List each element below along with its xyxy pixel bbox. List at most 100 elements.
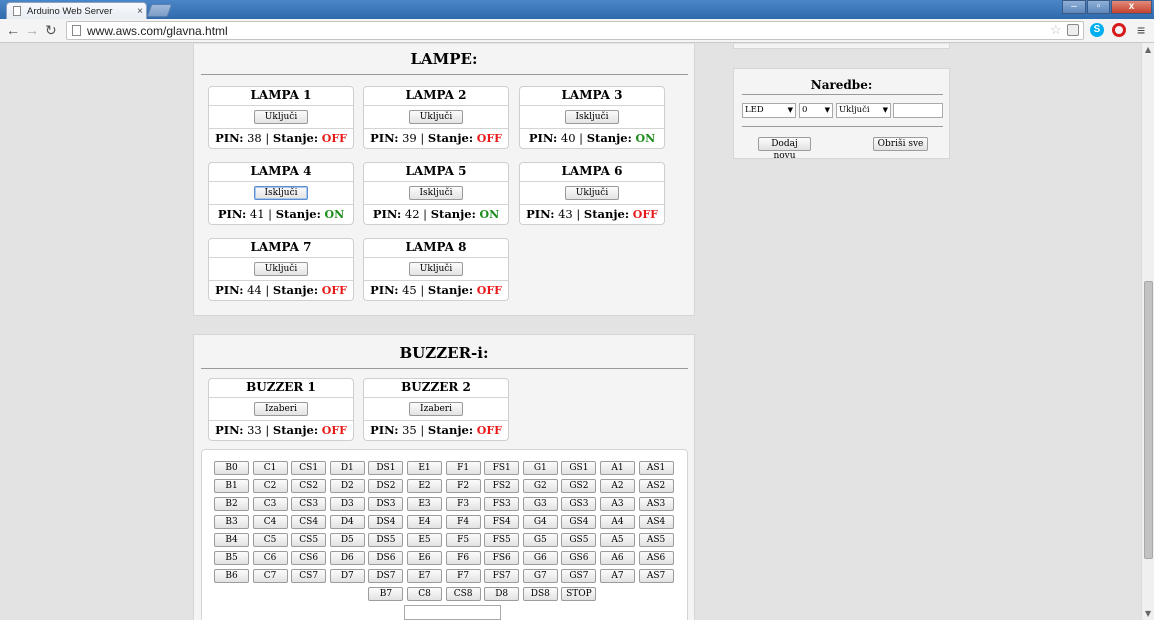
note-button[interactable]: D6 (329, 551, 365, 565)
note-button[interactable]: B0 (214, 461, 249, 475)
note-button[interactable]: G3 (522, 497, 558, 511)
note-button[interactable]: C1 (252, 461, 288, 475)
number-select[interactable]: 0 ▼ (799, 103, 833, 118)
note-button[interactable]: F5 (445, 533, 481, 547)
toggle-button[interactable]: Izaberi (409, 402, 463, 416)
device-select[interactable]: LED ▼ (742, 103, 796, 118)
note-button[interactable]: CS1 (291, 461, 327, 475)
toggle-button[interactable]: Uključi (565, 186, 619, 200)
note-button[interactable]: DS4 (368, 515, 404, 529)
new-tab-button[interactable] (146, 4, 173, 17)
note-button[interactable]: GS4 (561, 515, 597, 529)
toggle-button[interactable]: Isključi (409, 186, 463, 200)
note-button[interactable]: CS7 (291, 569, 327, 583)
note-button[interactable]: FS7 (484, 569, 520, 583)
note-button[interactable]: FS4 (484, 515, 520, 529)
note-button[interactable]: C5 (252, 533, 288, 547)
value-input[interactable] (893, 103, 943, 118)
note-button[interactable]: DS2 (368, 479, 404, 493)
bookmark-star-icon[interactable]: ☆ (1050, 22, 1062, 38)
note-button[interactable]: E3 (407, 497, 442, 511)
forward-arrow-icon[interactable]: → (25, 22, 39, 38)
note-button[interactable]: F1 (445, 461, 481, 475)
browser-tab[interactable]: Arduino Web Server × (6, 2, 147, 19)
note-button[interactable]: C4 (252, 515, 288, 529)
note-button[interactable]: FS6 (484, 551, 520, 565)
toggle-button[interactable]: Uključi (409, 262, 463, 276)
note-button[interactable]: AS5 (638, 533, 674, 547)
note-button[interactable]: AS6 (638, 551, 674, 565)
note-button[interactable]: AS3 (638, 497, 674, 511)
note-button[interactable]: GS7 (561, 569, 597, 583)
note-button[interactable]: D2 (329, 479, 365, 493)
note-button[interactable]: DS3 (368, 497, 404, 511)
note-button[interactable]: B1 (214, 479, 249, 493)
note-button[interactable]: F3 (445, 497, 481, 511)
note-button[interactable]: D4 (329, 515, 365, 529)
clear-all-button[interactable]: Obriši sve (873, 137, 928, 151)
note-button[interactable]: A6 (600, 551, 635, 565)
note-button[interactable]: G6 (522, 551, 558, 565)
note-button[interactable]: E7 (407, 569, 442, 583)
note-button[interactable]: FS5 (484, 533, 520, 547)
note-button[interactable]: D5 (329, 533, 365, 547)
note-button[interactable]: G2 (522, 479, 558, 493)
note-button[interactable]: CS6 (291, 551, 327, 565)
note-input[interactable] (404, 605, 501, 620)
note-button[interactable]: AS1 (638, 461, 674, 475)
scroll-up-icon[interactable]: ▲ (1145, 45, 1151, 54)
reload-icon[interactable]: ↻ (45, 22, 57, 39)
note-button[interactable]: A1 (600, 461, 635, 475)
note-button[interactable]: STOP (561, 587, 597, 601)
note-button[interactable]: C8 (407, 587, 442, 601)
note-button[interactable]: A4 (600, 515, 635, 529)
note-button[interactable]: DS6 (368, 551, 404, 565)
toggle-button[interactable]: Uključi (254, 110, 308, 124)
note-button[interactable]: G1 (522, 461, 558, 475)
skype-icon[interactable]: S (1090, 23, 1104, 37)
note-button[interactable]: G5 (522, 533, 558, 547)
note-button[interactable]: C3 (252, 497, 288, 511)
action-select[interactable]: Uključi ▼ (836, 103, 891, 118)
note-button[interactable]: B5 (214, 551, 249, 565)
note-button[interactable]: GS6 (561, 551, 597, 565)
note-button[interactable]: FS1 (484, 461, 520, 475)
note-button[interactable]: A2 (600, 479, 635, 493)
note-button[interactable]: E1 (407, 461, 442, 475)
note-button[interactable]: FS2 (484, 479, 520, 493)
note-button[interactable]: F4 (445, 515, 481, 529)
scroll-down-icon[interactable]: ▼ (1145, 609, 1151, 618)
note-button[interactable]: B2 (214, 497, 249, 511)
note-button[interactable]: D1 (329, 461, 365, 475)
note-button[interactable]: G4 (522, 515, 558, 529)
note-button[interactable]: C7 (252, 569, 288, 583)
note-button[interactable]: B3 (214, 515, 249, 529)
maximize-button[interactable]: ▫ (1087, 0, 1110, 14)
note-button[interactable]: GS3 (561, 497, 597, 511)
note-button[interactable]: DS7 (368, 569, 404, 583)
note-button[interactable]: C6 (252, 551, 288, 565)
note-button[interactable]: CS3 (291, 497, 327, 511)
note-button[interactable]: GS2 (561, 479, 597, 493)
note-button[interactable]: AS2 (638, 479, 674, 493)
note-button[interactable]: G7 (522, 569, 558, 583)
note-button[interactable]: AS7 (638, 569, 674, 583)
toggle-button[interactable]: Isključi (565, 110, 619, 124)
note-button[interactable]: E5 (407, 533, 442, 547)
note-button[interactable]: A7 (600, 569, 635, 583)
note-button[interactable]: A5 (600, 533, 635, 547)
vertical-scrollbar[interactable]: ▲ ▼ (1141, 43, 1154, 620)
note-button[interactable]: DS5 (368, 533, 404, 547)
note-button[interactable]: B6 (214, 569, 249, 583)
note-button[interactable]: D3 (329, 497, 365, 511)
toggle-button[interactable]: Uključi (254, 262, 308, 276)
toggle-button[interactable]: Uključi (409, 110, 463, 124)
menu-icon[interactable]: ≡ (1137, 22, 1145, 38)
address-bar[interactable]: www.aws.com/glavna.html (66, 21, 1084, 40)
note-button[interactable]: B7 (368, 587, 404, 601)
note-button[interactable]: FS3 (484, 497, 520, 511)
note-button[interactable]: CS4 (291, 515, 327, 529)
note-button[interactable]: E4 (407, 515, 442, 529)
note-button[interactable]: D7 (329, 569, 365, 583)
note-button[interactable]: GS5 (561, 533, 597, 547)
